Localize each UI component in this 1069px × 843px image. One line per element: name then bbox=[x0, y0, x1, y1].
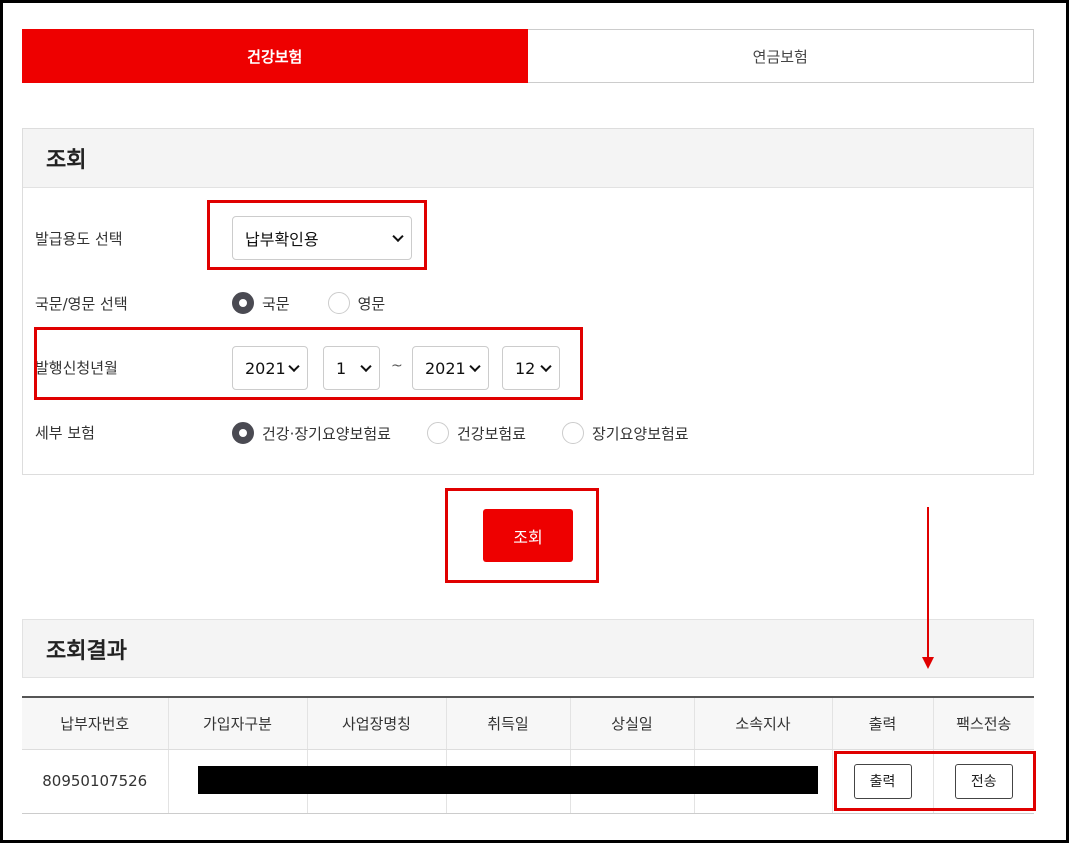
radio-health-only[interactable]: 건강보험료 bbox=[426, 422, 526, 444]
col-header-subscriber-type: 가입자구분 bbox=[167, 697, 307, 750]
col-header-workplace: 사업장명칭 bbox=[306, 697, 446, 750]
annotation-arrow-head-icon bbox=[922, 657, 934, 669]
annotation-box-actions bbox=[834, 751, 1036, 811]
annotation-box-period bbox=[34, 327, 583, 400]
results-header: 조회결과 bbox=[22, 619, 1034, 678]
language-label: 국문/영문 선택 bbox=[35, 295, 128, 313]
radio-selected-icon bbox=[232, 422, 254, 444]
radio-english[interactable]: 영문 bbox=[327, 292, 386, 314]
annotation-arrow-line bbox=[927, 507, 929, 659]
col-header-lost-date: 상실일 bbox=[569, 697, 694, 750]
search-panel-title: 조회 bbox=[46, 148, 87, 173]
radio-health-only-label: 건강보험료 bbox=[456, 424, 526, 443]
radio-english-label: 영문 bbox=[357, 294, 386, 313]
detail-label: 세부 보험 bbox=[35, 424, 95, 442]
radio-unselected-icon bbox=[562, 422, 584, 444]
radio-unselected-icon bbox=[327, 292, 350, 314]
col-header-branch: 소속지사 bbox=[693, 697, 832, 750]
col-header-fax: 팩스전송 bbox=[932, 697, 1034, 750]
radio-health-longterm-label: 건강·장기요양보험료 bbox=[262, 424, 391, 443]
radio-longterm-only[interactable]: 장기요양보험료 bbox=[562, 422, 689, 444]
radio-korean-label: 국문 bbox=[262, 294, 290, 313]
detail-radio-group: 건강·장기요양보험료 건강보험료 장기요양보험료 bbox=[232, 422, 727, 444]
results-title: 조회결과 bbox=[46, 638, 127, 664]
radio-selected-icon bbox=[232, 292, 254, 314]
radio-korean[interactable]: 국문 bbox=[232, 292, 290, 314]
col-header-acquired-date: 취득일 bbox=[445, 697, 570, 750]
radio-longterm-only-label: 장기요양보험료 bbox=[592, 424, 689, 443]
purpose-label: 발급용도 선택 bbox=[35, 230, 123, 248]
insurance-tabs: 건강보험 연금보험 bbox=[22, 29, 1034, 83]
redaction-bar bbox=[198, 766, 818, 794]
col-header-print: 출력 bbox=[831, 697, 933, 750]
col-header-payer-no: 납부자번호 bbox=[22, 697, 168, 750]
cell-payer-no: 80950107526 bbox=[22, 749, 168, 814]
tab-pension-insurance[interactable]: 연금보험 bbox=[527, 29, 1034, 83]
annotation-box-search bbox=[445, 488, 599, 583]
radio-health-longterm[interactable]: 건강·장기요양보험료 bbox=[232, 422, 391, 444]
language-radio-group: 국문 영문 bbox=[232, 292, 423, 314]
search-panel-header: 조회 bbox=[23, 129, 1033, 188]
table-header-row: 납부자번호 가입자구분 사업장명칭 취득일 상실일 소속지사 출력 팩스전송 bbox=[22, 697, 1034, 750]
radio-unselected-icon bbox=[426, 422, 449, 444]
annotation-box-purpose bbox=[207, 200, 427, 270]
tab-health-insurance[interactable]: 건강보험 bbox=[22, 29, 528, 83]
